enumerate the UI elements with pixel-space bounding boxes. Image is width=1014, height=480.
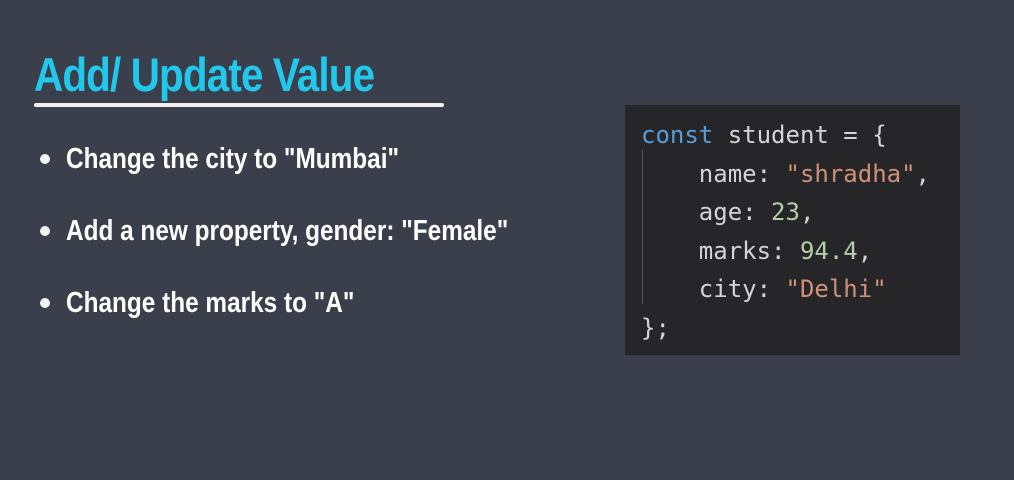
bullet-item: Add a new property, gender: "Female" bbox=[40, 212, 593, 284]
code-token: city: bbox=[641, 275, 786, 303]
bullet-dot-icon bbox=[40, 298, 50, 308]
indent-guide bbox=[642, 150, 643, 304]
bullet-item: Change the city to "Mumbai" bbox=[40, 140, 593, 212]
code-token: age: bbox=[641, 198, 772, 226]
code-token: , bbox=[915, 159, 930, 188]
code-token: 23 bbox=[771, 198, 800, 226]
bullet-item: Change the marks to "A" bbox=[40, 284, 593, 356]
code-token: "Delhi" bbox=[785, 275, 887, 303]
code-line: age: 23, bbox=[641, 193, 930, 232]
code-line: name: "shradha", bbox=[641, 155, 930, 194]
code-text: const student = { name: "shradha", age: … bbox=[641, 116, 930, 347]
code-token: , bbox=[799, 198, 815, 226]
code-token: , bbox=[857, 236, 873, 265]
bullet-text: Change the marks to "A" bbox=[66, 287, 355, 319]
code-token: name: bbox=[641, 159, 786, 188]
bullet-text: Change the city to "Mumbai" bbox=[66, 143, 400, 175]
bullet-list: Change the city to "Mumbai" Add a new pr… bbox=[40, 140, 593, 356]
code-line: const student = { bbox=[641, 116, 930, 155]
code-line: }; bbox=[641, 309, 930, 348]
code-line: marks: 94.4, bbox=[641, 232, 930, 271]
code-token: student = { bbox=[713, 121, 887, 149]
bullet-dot-icon bbox=[40, 226, 50, 236]
code-token: 94.4 bbox=[799, 236, 858, 265]
code-token: const bbox=[641, 121, 714, 149]
slide-title: Add/ Update Value bbox=[34, 48, 375, 101]
code-token: "shradha" bbox=[785, 159, 916, 188]
code-token: marks: bbox=[641, 236, 800, 265]
code-block: const student = { name: "shradha", age: … bbox=[625, 105, 960, 355]
bullet-dot-icon bbox=[40, 154, 50, 164]
title-underline bbox=[34, 103, 444, 107]
bullet-text: Add a new property, gender: "Female" bbox=[66, 215, 509, 247]
code-token: }; bbox=[641, 313, 670, 342]
slide-title-container: Add/ Update Value bbox=[34, 48, 430, 102]
code-line: city: "Delhi" bbox=[641, 270, 930, 309]
